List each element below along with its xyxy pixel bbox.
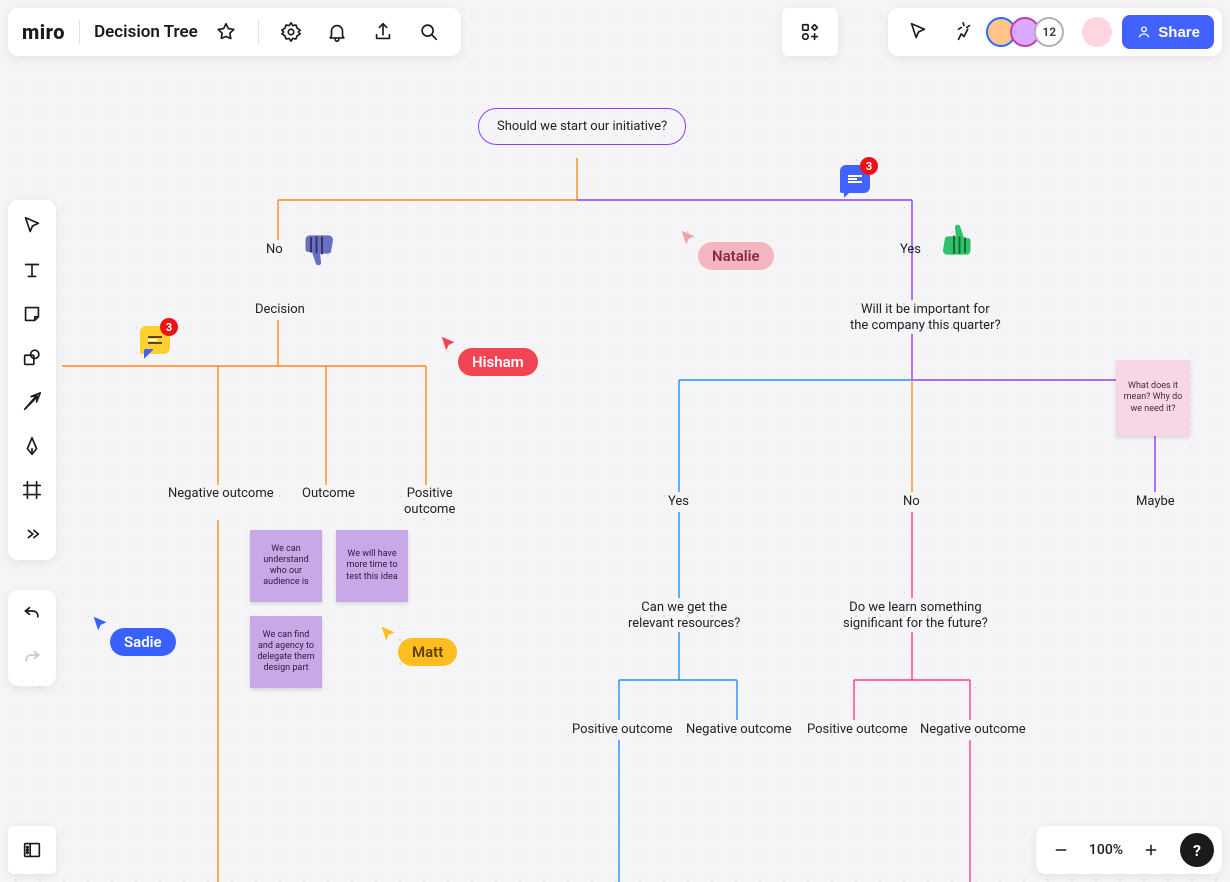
node-root[interactable]: Should we start our initiative? <box>478 108 686 145</box>
text: significant for the future? <box>843 616 988 631</box>
text: Can we get the <box>641 600 727 615</box>
node-no2-neg[interactable]: Negative outcome <box>920 722 1026 737</box>
sticky-note-3[interactable]: We can find and agency to delegate them … <box>250 616 322 688</box>
node-po1[interactable]: Positive outcome <box>572 722 673 737</box>
cursor-label: Hisham <box>458 348 538 376</box>
cursor-sadie: Sadie <box>90 614 176 656</box>
sticky-note-1[interactable]: We can understand who our audience is <box>250 530 322 602</box>
cursor-label: Natalie <box>698 242 774 270</box>
node-negative-outcome[interactable]: Negative outcome <box>168 486 274 501</box>
node-decision[interactable]: Decision <box>255 302 305 317</box>
node-yes-2[interactable]: Yes <box>668 494 689 509</box>
comment-thread-2[interactable]: 3 <box>140 326 170 354</box>
text: Do we learn something <box>849 600 981 615</box>
cursor-hisham: Hisham <box>438 334 538 376</box>
canvas[interactable]: Should we start our initiative? No Yes D… <box>0 0 1230 882</box>
comment-count-badge: 3 <box>860 157 878 175</box>
text: outcome <box>404 502 455 517</box>
text: Positive <box>407 486 453 501</box>
cursor-label: Sadie <box>110 628 176 656</box>
cursor-matt: Matt <box>378 624 457 666</box>
node-resources[interactable]: Can we get the relevant resources? <box>628 600 740 633</box>
cursor-natalie: Natalie <box>678 228 774 270</box>
node-no-2[interactable]: No <box>903 494 920 509</box>
node-positive-outcome[interactable]: Positive outcome <box>404 486 455 517</box>
node-maybe[interactable]: Maybe <box>1136 494 1175 509</box>
node-no1-neg[interactable]: Negative outcome <box>686 722 792 737</box>
text: relevant resources? <box>628 616 740 631</box>
sticky-note-4[interactable]: What does it mean? Why do we need it? <box>1116 360 1190 436</box>
node-po2[interactable]: Positive outcome <box>807 722 908 737</box>
comment-thread-1[interactable]: 3 <box>840 165 870 193</box>
text: the company this quarter? <box>850 318 1001 333</box>
node-no[interactable]: No <box>266 242 283 257</box>
thumbs-up-icon <box>932 218 976 262</box>
cursor-label: Matt <box>398 638 457 666</box>
thumbs-down-icon <box>300 228 344 272</box>
node-yes[interactable]: Yes <box>900 242 921 257</box>
text: Will it be important for <box>861 302 990 317</box>
node-learn[interactable]: Do we learn something significant for th… <box>843 600 988 633</box>
sticky-note-2[interactable]: We will have more time to test this idea <box>336 530 408 602</box>
node-important[interactable]: Will it be important for the company thi… <box>850 302 1001 335</box>
comment-count-badge: 3 <box>160 318 178 336</box>
node-outcome[interactable]: Outcome <box>302 486 355 501</box>
